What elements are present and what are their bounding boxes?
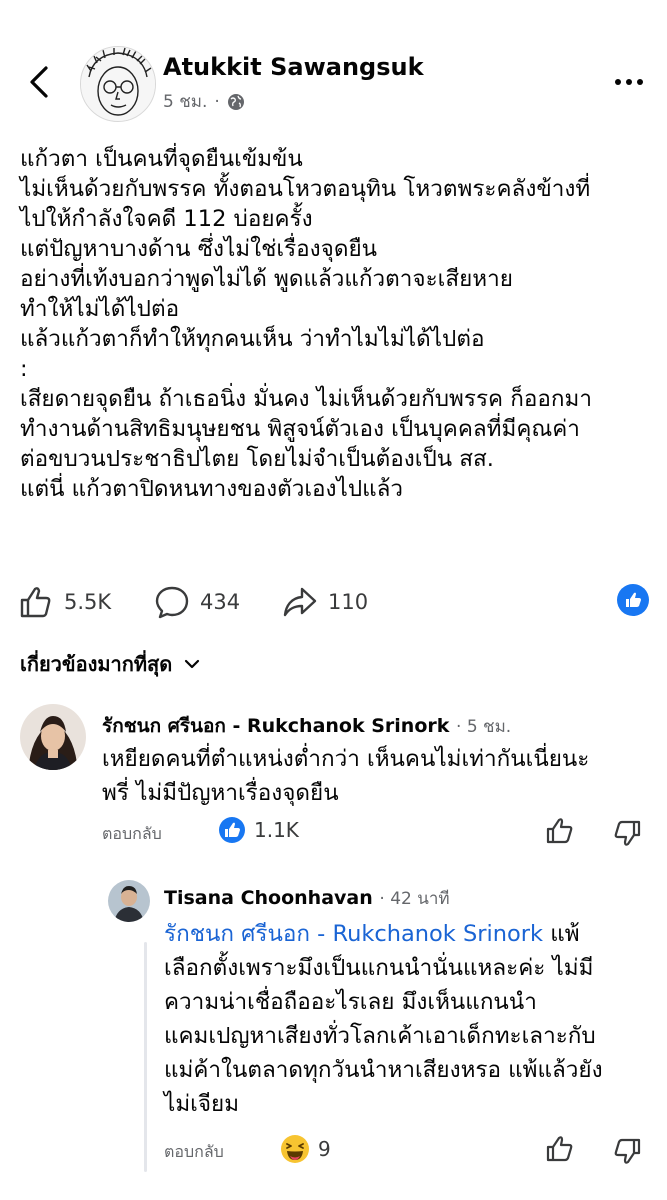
reply-dislike-button[interactable] xyxy=(612,1136,642,1170)
comment-line: พรี่ ไม่มีปัญหาเรื่องจุดยืน xyxy=(102,780,339,806)
thumbs-up-outline-icon xyxy=(546,818,573,844)
back-button[interactable] xyxy=(22,62,58,102)
reply-button[interactable]: ตอบกลับ xyxy=(102,822,162,847)
thumbs-up-icon xyxy=(20,587,51,618)
reaction-summary-badge[interactable] xyxy=(617,584,649,616)
post-line: ไม่เห็นด้วยกับพรรค ทั้งตอนโหวตอนุทิน โหว… xyxy=(20,176,591,202)
reply-author[interactable]: Tisana Choonhavan xyxy=(164,887,373,909)
comment-reaction-count: 1.1K xyxy=(254,818,299,842)
share-button[interactable]: 110 xyxy=(282,582,368,622)
post-line: อย่างที่เท้งบอกว่าพูดไม่ได้ พูดแล้วแก้วต… xyxy=(20,266,513,292)
post-line: ต่อขบวนประชาธิปไตย โดยไม่จำเป็นต้องเป็น … xyxy=(20,446,494,472)
comment-sort-label: เกี่ยวข้องมากที่สุด xyxy=(20,652,173,676)
haha-reaction-icon xyxy=(281,1135,309,1163)
comment-author[interactable]: รักชนก ศรีนอก - Rukchanok Srinork xyxy=(102,715,449,737)
reply-text: รักชนก ศรีนอก - Rukchanok Srinork แพ้ เล… xyxy=(164,917,654,1121)
post-actions: 5.5K 434 110 xyxy=(18,582,658,622)
post-line: แต่ปัญหาบางด้าน ซึ่งไม่ใช่เรื่องจุดยืน xyxy=(20,236,378,262)
reply-line: แคมเปญหาเสียงทั่วโลกเค้าเอาเด็กทะเลาะกับ xyxy=(164,1023,596,1049)
post-line: แต่นี่ แก้วตาปิดหนทางของตัวเองไปแล้ว xyxy=(20,476,404,502)
comment-dislike-button[interactable] xyxy=(612,818,642,852)
chevron-left-icon xyxy=(30,66,48,98)
like-count: 5.5K xyxy=(64,590,112,614)
reply-author-row: Tisana Choonhavan · 42 นาที xyxy=(164,887,450,909)
reply-line: แพ้ xyxy=(550,921,580,947)
comment-text: เหยียดคนที่ตำแหน่งต่ำกว่า เห็นคนไม่เท่าก… xyxy=(102,742,662,810)
commenter-avatar[interactable] xyxy=(20,704,86,770)
share-arrow-icon xyxy=(283,587,317,617)
reply-line: ไม่เจียม xyxy=(164,1091,240,1117)
post-line: : xyxy=(20,356,28,382)
reply-thread-line xyxy=(144,942,147,1172)
comment-like-button[interactable] xyxy=(545,816,575,850)
comment-time: 5 ชม. xyxy=(466,717,512,737)
like-button[interactable]: 5.5K xyxy=(18,582,111,622)
more-dots-icon xyxy=(615,79,643,85)
comment-count: 434 xyxy=(200,590,241,614)
post-body: แก้วตา เป็นคนที่จุดยืนเข้มข้น ไม่เห็นด้ว… xyxy=(20,144,660,504)
reply-reaction-count: 9 xyxy=(318,1137,331,1161)
author-avatar[interactable] xyxy=(80,46,156,122)
reply-button[interactable]: ตอบกลับ xyxy=(164,1140,224,1165)
reply-line: เลือกตั้งเพราะมึงเป็นแกนนำนั่นแหละค่ะ ไม… xyxy=(164,955,594,981)
like-reaction-icon xyxy=(626,592,641,607)
thumbs-up-outline-icon xyxy=(546,1136,573,1162)
reply-line: ความน่าเชื่อถืออะไรเลย มึงเห็นแกนนำ xyxy=(164,989,537,1015)
like-reaction-icon xyxy=(219,817,245,843)
comment-button[interactable]: 434 xyxy=(154,582,240,622)
globe-icon xyxy=(227,93,244,110)
mention-link[interactable]: รักชนก ศรีนอก - Rukchanok Srinork xyxy=(164,921,543,947)
thumbs-down-outline-icon xyxy=(614,1138,641,1164)
reply-author-avatar[interactable] xyxy=(108,880,150,922)
reply-reaction-badge[interactable]: 9 xyxy=(280,1134,331,1164)
author-name[interactable]: Atukkit Sawangsuk xyxy=(163,53,424,81)
comment-reaction-badge[interactable]: 1.1K xyxy=(218,816,299,844)
share-count: 110 xyxy=(328,590,369,614)
post-meta: 5 ชม. · xyxy=(163,88,245,115)
post-line: แก้วตา เป็นคนที่จุดยืนเข้มข้น xyxy=(20,146,303,172)
comment-author-row: รักชนก ศรีนอก - Rukchanok Srinork · 5 ชม… xyxy=(102,715,512,737)
more-options-button[interactable] xyxy=(612,70,646,94)
post-time[interactable]: 5 ชม. xyxy=(163,88,207,115)
post-line: แล้วแก้วตาก็ทำให้ทุกคนเห็น ว่าทำไมไม่ได้… xyxy=(20,326,485,352)
post-line: เสียดายจุดยืน ถ้าเธอนิ่ง มั่นคง ไม่เห็นด… xyxy=(20,386,592,412)
reply-time: 42 นาที xyxy=(390,889,450,909)
reply-like-button[interactable] xyxy=(545,1134,575,1168)
comment-sort-dropdown[interactable]: เกี่ยวข้องมากที่สุด xyxy=(20,648,200,680)
reply-line: แม่ค้าในตลาดทุกวันนำหาเสียงหรอ แพ้แล้วยั… xyxy=(164,1057,603,1083)
post-line: ไปให้กำลังใจคดี 112 บ่อยครั้ง xyxy=(20,206,313,232)
meta-separator: · xyxy=(214,91,220,112)
comment-line: เหยียดคนที่ตำแหน่งต่ำกว่า เห็นคนไม่เท่าก… xyxy=(102,746,590,772)
post-line: ทำให้ไม่ได้ไปต่อ xyxy=(20,296,180,322)
chevron-down-icon xyxy=(185,659,200,669)
post-line: ทำงานด้านสิทธิมนุษยชน พิสูจน์ตัวเอง เป็น… xyxy=(20,416,580,442)
comment-bubble-icon xyxy=(155,586,189,619)
thumbs-down-outline-icon xyxy=(614,820,641,846)
